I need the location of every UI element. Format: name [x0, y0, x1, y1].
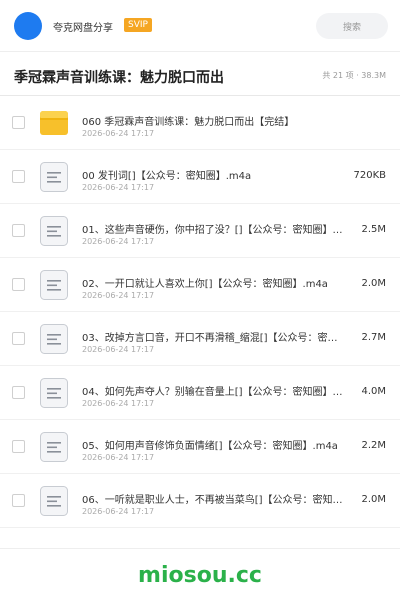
- row-checkbox[interactable]: [12, 224, 25, 237]
- list-item[interactable]: 01、这些声音硬伤，你中招了没？[]【公众号：密知圈】.m4a 2026-06-…: [0, 204, 400, 258]
- row-checkbox[interactable]: [12, 116, 25, 129]
- file-size: 4.0M: [361, 386, 386, 397]
- list-item[interactable]: 060 季冠霖声音训练课：魅力脱口而出【完结】 2026-06-24 17:17: [0, 96, 400, 150]
- search-placeholder: 搜索: [342, 22, 361, 33]
- page-meta: 共 21 项 · 38.3M: [322, 71, 386, 80]
- file-size: 2.0M: [361, 494, 386, 505]
- list-item[interactable]: 02、一开口就让人喜欢上你[]【公众号：密知圈】.m4a 2026-06-24 …: [0, 258, 400, 312]
- watermark: miosou.cc: [138, 563, 262, 588]
- file-name: 05、如何用声音修饰负面情绪[]【公众号：密知圈】.m4a: [82, 441, 338, 452]
- file-size: 2.0M: [361, 278, 386, 289]
- file-name: 01、这些声音硬伤，你中招了没？[]【公众号：密知圈】.m4a: [82, 225, 344, 236]
- file-name: 02、一开口就让人喜欢上你[]【公众号：密知圈】.m4a: [82, 279, 328, 290]
- file-date: 2026-06-24 17:17: [82, 291, 155, 300]
- file-icon: [39, 216, 69, 246]
- row-checkbox[interactable]: [12, 170, 25, 183]
- file-size: 2.5M: [361, 224, 386, 235]
- file-date: 2026-06-24 17:17: [82, 129, 155, 138]
- file-date: 2026-06-24 17:17: [82, 237, 155, 246]
- file-date: 2026-06-24 17:17: [82, 345, 155, 354]
- file-name: 04、如何先声夺人？别输在音量上[]【公众号：密知圈】.m4a: [82, 387, 344, 398]
- search-input[interactable]: 搜索: [316, 13, 388, 39]
- row-checkbox[interactable]: [12, 386, 25, 399]
- file-date: 2026-06-24 17:17: [82, 399, 155, 408]
- row-checkbox[interactable]: [12, 494, 25, 507]
- file-size: 2.7M: [361, 332, 386, 343]
- folder-icon: [39, 108, 69, 138]
- row-checkbox[interactable]: [12, 440, 25, 453]
- list-item[interactable]: 05、如何用声音修饰负面情绪[]【公众号：密知圈】.m4a 2026-06-24…: [0, 420, 400, 474]
- page-title: 季冠霖声音训练课：魅力脱口而出: [14, 70, 224, 86]
- file-date: 2026-06-24 17:17: [82, 507, 155, 516]
- file-list: 060 季冠霖声音训练课：魅力脱口而出【完结】 2026-06-24 17:17…: [0, 96, 400, 528]
- file-icon: [39, 432, 69, 462]
- file-icon: [39, 378, 69, 408]
- row-checkbox[interactable]: [12, 332, 25, 345]
- list-item[interactable]: 04、如何先声夺人？别输在音量上[]【公众号：密知圈】.m4a 2026-06-…: [0, 366, 400, 420]
- list-item[interactable]: 00 发刊词[]【公众号：密知圈】.m4a 2026-06-24 17:17 7…: [0, 150, 400, 204]
- header: 夸克网盘分享 SVIP 搜索: [0, 0, 400, 52]
- file-name: 060 季冠霖声音训练课：魅力脱口而出【完结】: [82, 117, 295, 128]
- file-date: 2026-06-24 17:17: [82, 183, 155, 192]
- avatar[interactable]: [14, 12, 42, 40]
- file-date: 2026-06-24 17:17: [82, 453, 155, 462]
- file-name: 03、改掉方言口音，开口不再滑稽_缩混[]【公众号：密知圈】.m4a: [82, 333, 344, 344]
- file-icon: [39, 162, 69, 192]
- title-bar: 季冠霖声音训练课：魅力脱口而出 共 21 项 · 38.3M: [0, 52, 400, 96]
- file-name: 00 发刊词[]【公众号：密知圈】.m4a: [82, 171, 252, 182]
- file-name: 06、一听就是职业人士，不再被当菜鸟[]【公众号：密知圈】.m4a: [82, 495, 344, 506]
- file-icon: [39, 486, 69, 516]
- row-checkbox[interactable]: [12, 278, 25, 291]
- file-size: 720KB: [353, 170, 386, 181]
- svip-badge: SVIP: [124, 18, 152, 32]
- list-item[interactable]: 06、一听就是职业人士，不再被当菜鸟[]【公众号：密知圈】.m4a 2026-0…: [0, 474, 400, 528]
- file-icon: [39, 324, 69, 354]
- file-icon: [39, 270, 69, 300]
- list-item[interactable]: 03、改掉方言口音，开口不再滑稽_缩混[]【公众号：密知圈】.m4a 2026-…: [0, 312, 400, 366]
- share-name: 夸克网盘分享: [53, 23, 113, 34]
- file-size: 2.2M: [361, 440, 386, 451]
